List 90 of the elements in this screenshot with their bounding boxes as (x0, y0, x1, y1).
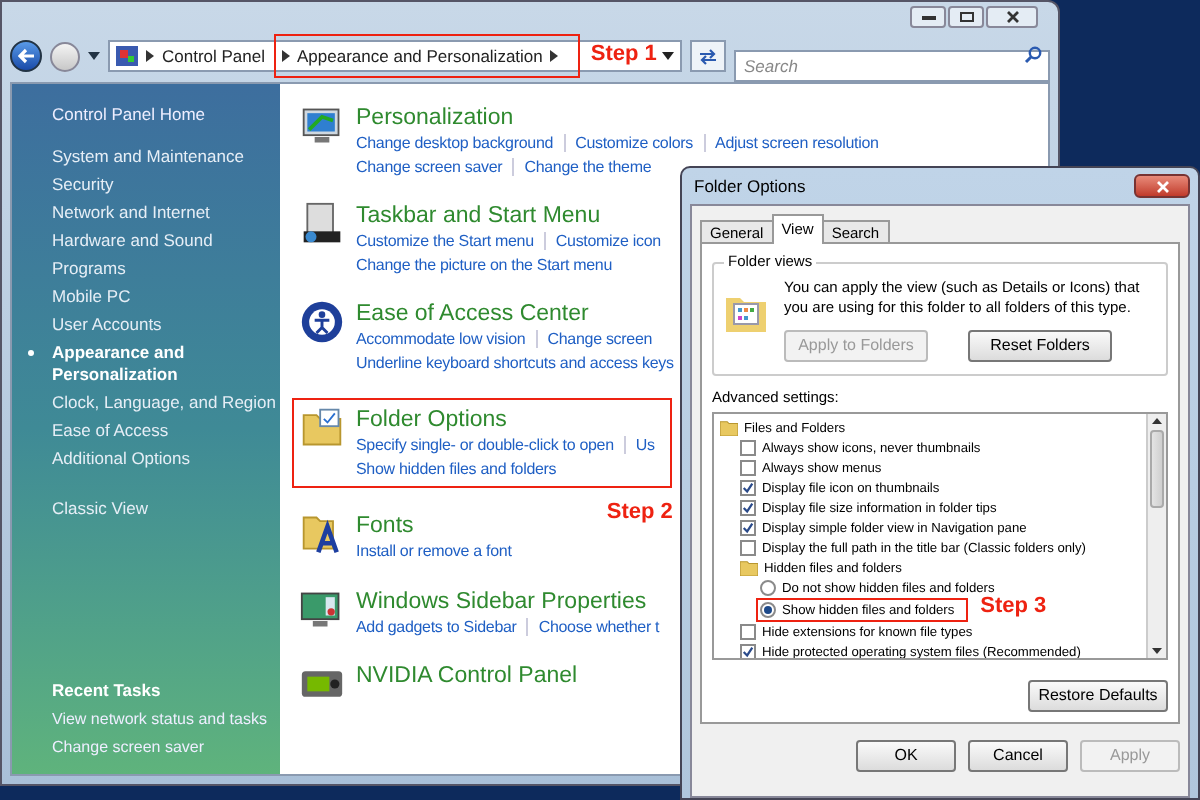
category-title[interactable]: Personalization (356, 104, 879, 132)
folder-views-button[interactable]: Reset Folders (968, 330, 1112, 362)
monitor-gadgets-icon (300, 587, 344, 631)
task-link[interactable]: Show hidden files and folders (356, 457, 557, 480)
radio-button[interactable] (760, 580, 776, 596)
restore-defaults-button[interactable]: Restore Defaults (1028, 680, 1168, 712)
category-title[interactable]: Fonts (356, 512, 512, 540)
task-link[interactable]: Change desktop background (356, 132, 554, 155)
task-link[interactable]: Change the theme (524, 155, 652, 178)
sidebar-link[interactable]: Control Panel Home (52, 104, 280, 126)
task-link[interactable]: Change screen (547, 328, 653, 351)
folder-icon (740, 560, 758, 576)
scroll-down-icon[interactable] (1152, 648, 1162, 654)
scroll-up-icon[interactable] (1152, 418, 1162, 424)
font-folder-icon (300, 512, 344, 556)
back-button[interactable] (10, 40, 42, 72)
scrollbar[interactable] (1146, 414, 1166, 658)
checkbox[interactable] (740, 520, 756, 536)
category-title[interactable]: Taskbar and Start Menu (356, 202, 661, 230)
step-label: Step 1 (590, 42, 657, 68)
checkbox[interactable] (740, 644, 756, 658)
task-link[interactable]: Change screen saver (356, 155, 503, 178)
checkbox[interactable] (740, 440, 756, 456)
dropdown-caret-icon (662, 52, 674, 60)
task-link[interactable]: Adjust screen resolution (715, 132, 879, 155)
category-title[interactable]: Ease of Access Center (356, 300, 674, 328)
step-label: Step 3 (980, 594, 1047, 620)
sidebar-link[interactable]: Security (52, 174, 280, 196)
sidebar-link[interactable]: Classic View (52, 498, 280, 520)
dialog-button[interactable]: OK (856, 740, 956, 772)
task-link[interactable]: Customize the Start menu (356, 230, 534, 253)
monitor-icon (300, 104, 344, 148)
radio-button[interactable] (760, 602, 776, 618)
sidebar-link[interactable]: Ease of Access (52, 420, 280, 442)
sidebar-link[interactable]: Clock, Language, and Region (52, 392, 280, 414)
breadcrumb-arrow-icon (146, 50, 154, 62)
sidebar-link[interactable]: Programs (52, 258, 280, 280)
refresh-icon (698, 47, 718, 65)
checkbox[interactable] (740, 500, 756, 516)
sidebar-link[interactable]: Network and Internet (52, 202, 280, 224)
breadcrumb-arrow-icon (550, 50, 559, 62)
forward-button[interactable] (50, 41, 80, 71)
task-link[interactable]: Underline keyboard shortcuts and access keys (356, 351, 674, 374)
step-label: Step 2 (606, 500, 673, 526)
back-arrow-icon (17, 48, 35, 64)
sidebar-link[interactable]: Additional Options (52, 448, 280, 470)
task-link[interactable]: Customize colors (575, 132, 694, 155)
checkbox[interactable] (740, 624, 756, 640)
task-link[interactable]: Accommodate low vision (356, 328, 526, 351)
dropdown-caret-icon (88, 52, 100, 60)
search-icon (1024, 46, 1042, 64)
sidebar-link[interactable]: System and Maintenance (52, 146, 280, 168)
refresh-button[interactable] (690, 40, 726, 72)
minimize-button[interactable] (910, 6, 946, 28)
close-button[interactable] (986, 6, 1038, 28)
task-link[interactable]: Specify single- or double-click to open (356, 434, 614, 457)
folder-icon (300, 406, 344, 450)
category-title[interactable]: Windows Sidebar Properties (356, 587, 660, 615)
breadcrumb[interactable]: Control Panel (162, 43, 266, 69)
recent-tasks-heading: Recent Tasks (52, 680, 163, 702)
search-field[interactable]: Search (734, 50, 1050, 82)
scroll-thumb[interactable] (1150, 430, 1164, 508)
sidebar-link[interactable]: Mobile PC (52, 286, 280, 308)
close-icon (1155, 179, 1169, 193)
control-panel-icon (116, 46, 138, 66)
maximize-button[interactable] (948, 6, 984, 28)
category-title[interactable]: Folder Options (356, 406, 655, 434)
folder-icon (720, 420, 738, 436)
address-bar[interactable]: Control Panel Appearance and Personalization Step 1 (108, 40, 682, 72)
task-link[interactable]: Change the picture on the Start menu (356, 253, 613, 276)
checkbox[interactable] (740, 480, 756, 496)
sidebar-link[interactable]: Appearance and Personalization (52, 342, 280, 386)
checkbox[interactable] (740, 460, 756, 476)
close-icon (1005, 10, 1019, 24)
task-link[interactable]: Customize icon (555, 230, 661, 253)
task-link[interactable]: Choose whether t (538, 615, 660, 638)
category-title[interactable]: NVIDIA Control Panel (356, 662, 578, 690)
dialog-title: Folder Options (692, 173, 806, 199)
dialog-button[interactable]: Cancel (968, 740, 1068, 772)
breadcrumb-arrow-icon (281, 50, 290, 62)
sidebar-link[interactable]: User Accounts (52, 314, 280, 336)
checkbox[interactable] (740, 540, 756, 556)
taskbar-icon (300, 202, 344, 246)
breadcrumb[interactable]: Appearance and Personalization (297, 43, 543, 69)
task-link[interactable]: Us (635, 434, 655, 457)
task-link[interactable]: Add gadgets to Sidebar (356, 615, 517, 638)
task-link[interactable]: Install or remove a font (356, 540, 512, 563)
sidebar-link[interactable]: Hardware and Sound (52, 230, 280, 252)
close-button[interactable] (1134, 174, 1190, 198)
accessibility-icon (300, 300, 344, 344)
